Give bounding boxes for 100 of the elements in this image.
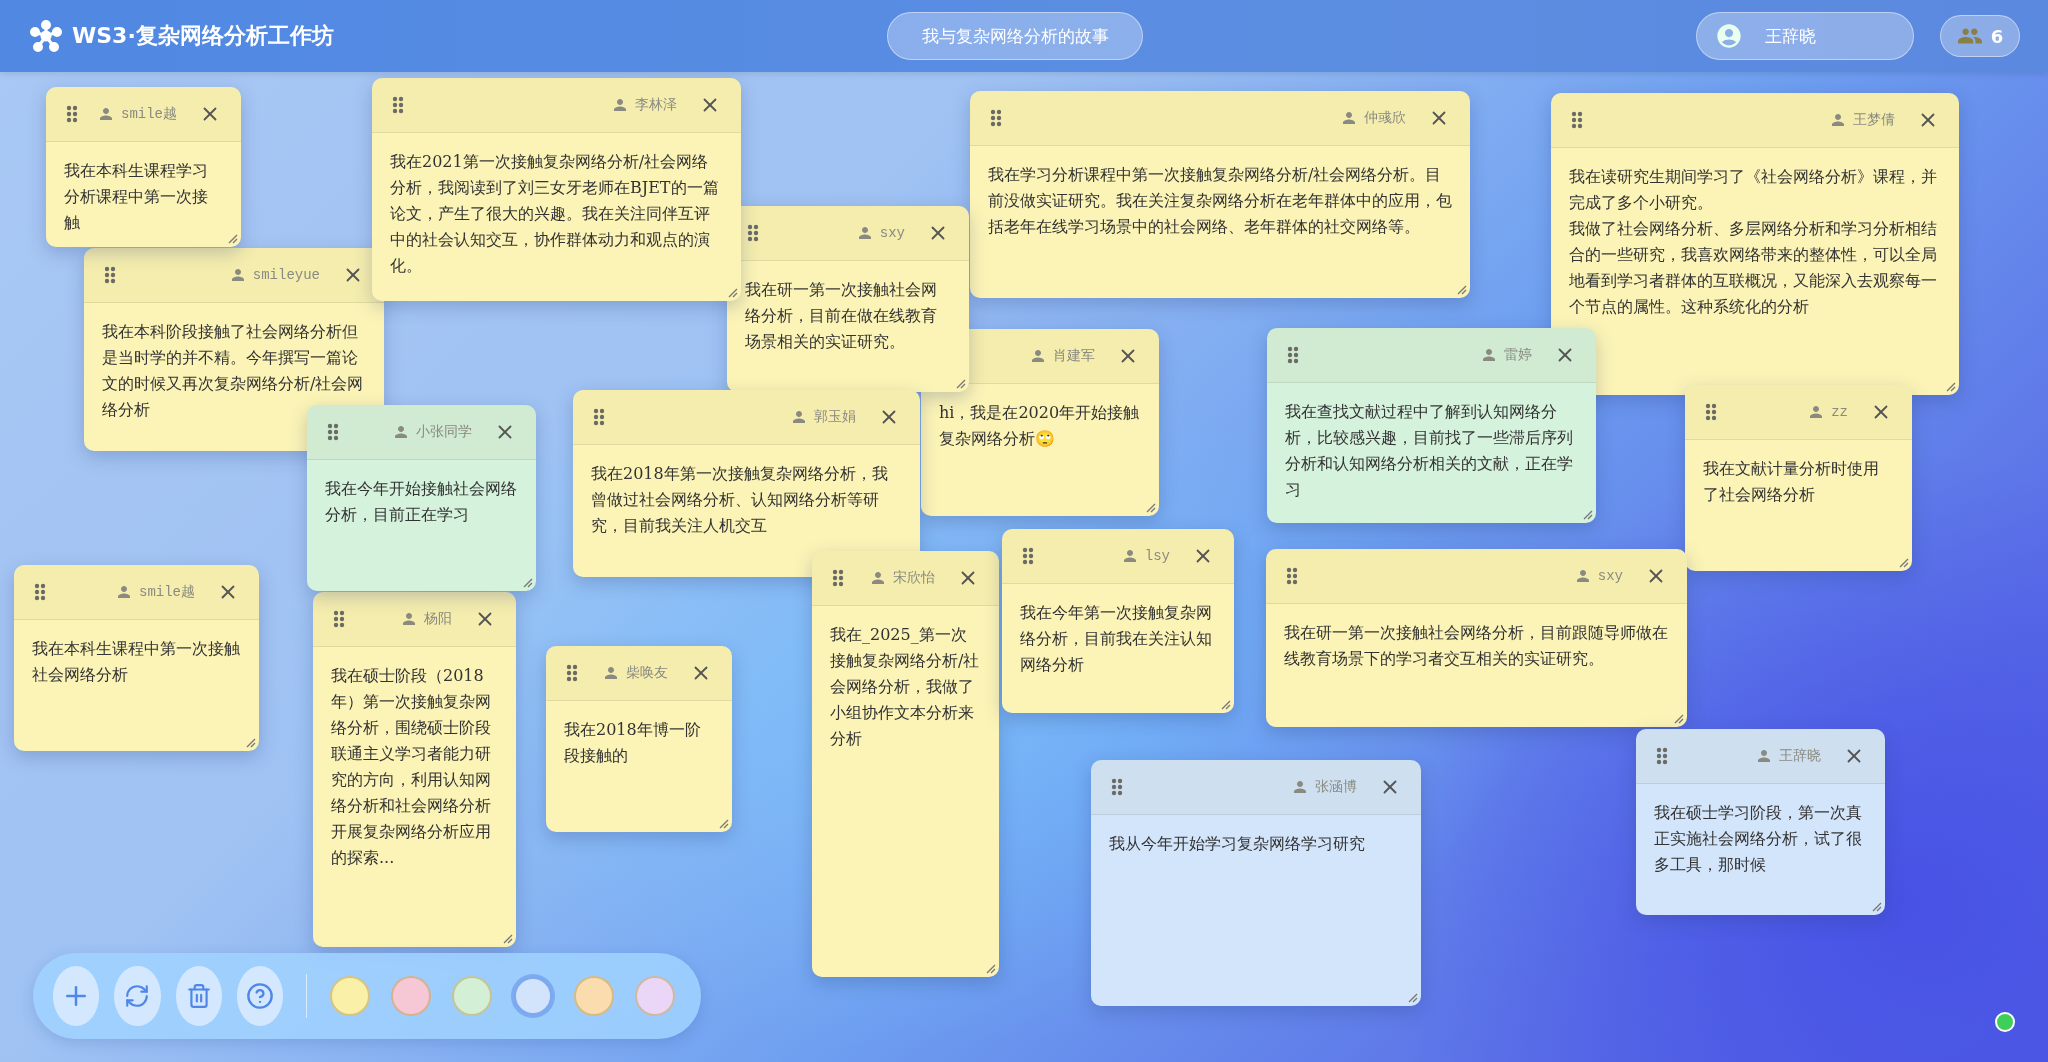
person-icon xyxy=(602,664,620,682)
sticky-note[interactable]: sxy 我在研一第一次接触社会网络分析，目前在做在线教育场景相关的实证研究。 xyxy=(727,206,969,392)
drag-handle-icon[interactable] xyxy=(1705,403,1717,421)
note-author: smile越 xyxy=(121,105,177,123)
resize-handle-icon[interactable] xyxy=(1144,501,1156,513)
person-icon xyxy=(611,96,629,114)
note-text: 我在查找文献过程中了解到认知网络分析，比较感兴趣，目前找了一些滞后序列分析和认知网络分析相关的文献，正在学习 xyxy=(1285,401,1574,501)
sticky-note[interactable]: 李林泽 我在2021第一次接触复杂网络分析/社会网络分析，我阅读到了刘三女牙老师在BJET的一篇论文，产生了很大的兴趣。我在关注同伴互评中的社会认知交互，协作群体动力和观点的演化。 xyxy=(372,78,741,301)
note-author: sxy xyxy=(1597,568,1623,584)
resize-handle-icon[interactable] xyxy=(1581,508,1593,520)
note-text: 我在文献计量分析时使用了社会网络分析 xyxy=(1703,458,1880,506)
resize-handle-icon[interactable] xyxy=(1219,698,1231,710)
note-text: 我在今年开始接触社会网络分析，目前正在学习 xyxy=(325,478,518,526)
color-swatch[interactable] xyxy=(391,976,432,1016)
sticky-note[interactable]: 仲彧欣 我在学习分析课程中第一次接触复杂网络分析/社会网络分析。目前没做实证研究。我在关注复杂网络分析在老年群体中的应用，包括老年在线学习场景中的社会网络、老年群体的社交网络等。 xyxy=(970,91,1470,298)
drag-handle-icon[interactable] xyxy=(1022,547,1034,565)
note-author: 小张同学 xyxy=(416,423,472,441)
person-icon xyxy=(869,569,887,587)
resize-handle-icon[interactable] xyxy=(1897,556,1909,568)
drag-handle-icon[interactable] xyxy=(832,569,844,587)
color-swatch[interactable] xyxy=(574,976,615,1016)
resize-handle-icon[interactable] xyxy=(521,576,533,588)
status-dot xyxy=(1995,1012,2015,1032)
sticky-note[interactable]: 柴唤友 我在2018年博一阶段接触的 xyxy=(546,646,732,832)
resize-handle-icon[interactable] xyxy=(501,932,513,944)
note-text: 我在2018年第一次接触复杂网络分析，我曾做过社会网络分析、认知网络分析等研究，目前我关注人机交互 xyxy=(591,463,889,537)
person-icon xyxy=(1829,111,1847,129)
resize-handle-icon[interactable] xyxy=(1455,283,1467,295)
resize-handle-icon[interactable] xyxy=(954,377,966,389)
sticky-note[interactable]: 杨阳 我在硕士阶段（2018年）第一次接触复杂网络分析，围绕硕士阶段联通主义学习者能力研究的方向，利用认知网络分析和社会网络分析开展复杂网络分析应用的探索... xyxy=(313,592,516,947)
person-icon xyxy=(1029,347,1047,365)
user-name: 王辞晓 xyxy=(1765,24,1816,48)
resize-handle-icon[interactable] xyxy=(1406,991,1418,1003)
resize-handle-icon[interactable] xyxy=(717,817,729,829)
network-logo-icon xyxy=(30,20,62,52)
note-text: 我在学习分析课程中第一次接触复杂网络分析/社会网络分析。目前没做实证研究。我在关注复杂网络分析在老年群体中的应用，包括老年在线学习场景中的社会网络、老年群体的社交网络等。 xyxy=(988,164,1452,238)
sticky-note[interactable]: lsy 我在今年第一次接触复杂网络分析，目前我在关注认知网络分析 xyxy=(1002,529,1234,713)
note-author: 肖建军 xyxy=(1053,347,1095,365)
drag-handle-icon[interactable] xyxy=(327,423,339,441)
person-icon xyxy=(1291,778,1309,796)
note-text: 我在_2025_第一次接触复杂网络分析/社会网络分析，我做了小组协作文本分析来分析 xyxy=(830,624,981,750)
drag-handle-icon[interactable] xyxy=(392,96,404,114)
sticky-note[interactable]: zz 我在文献计量分析时使用了社会网络分析 xyxy=(1685,385,1912,571)
person-icon xyxy=(115,583,133,601)
resize-handle-icon[interactable] xyxy=(726,286,738,298)
note-text: 我在读研究生期间学习了《社会网络分析》课程，并完成了多个小研究。 xyxy=(1569,166,1938,214)
resize-handle-icon[interactable] xyxy=(226,232,238,244)
resize-handle-icon[interactable] xyxy=(984,962,996,974)
drag-handle-icon[interactable] xyxy=(66,105,78,123)
resize-handle-icon[interactable] xyxy=(1672,712,1684,724)
note-author: 雷婷 xyxy=(1504,346,1532,364)
drag-handle-icon[interactable] xyxy=(1286,567,1298,585)
person-icon xyxy=(392,423,410,441)
drag-handle-icon[interactable] xyxy=(566,664,578,682)
resize-handle-icon[interactable] xyxy=(244,736,256,748)
note-text: 我在2018年博一阶段接触的 xyxy=(564,719,702,767)
resize-handle-icon[interactable] xyxy=(1870,900,1882,912)
drag-handle-icon[interactable] xyxy=(1571,111,1583,129)
drag-handle-icon[interactable] xyxy=(34,583,46,601)
drag-handle-icon[interactable] xyxy=(1111,778,1123,796)
drag-handle-icon[interactable] xyxy=(990,109,1002,127)
note-author: 李林泽 xyxy=(635,96,677,114)
sticky-note[interactable]: 张涵博 我从今年开始学习复杂网络学习研究 xyxy=(1091,760,1421,1006)
drag-handle-icon[interactable] xyxy=(747,224,759,242)
app-title: WS3·复杂网络分析工作坊 xyxy=(72,22,334,50)
note-text: 我在研一第一次接触社会网络分析，目前跟随导师做在线教育场景下的学习者交互相关的实证研究。 xyxy=(1284,622,1669,670)
sticky-note[interactable]: 小张同学 我在今年开始接触社会网络分析，目前正在学习 xyxy=(307,405,536,591)
sticky-note[interactable]: 雷婷 我在查找文献过程中了解到认知网络分析，比较感兴趣，目前找了一些滞后序列分析和认知网络分析相关的文献，正在学习 xyxy=(1267,328,1596,523)
note-author: 杨阳 xyxy=(424,610,452,628)
person-icon xyxy=(1755,747,1773,765)
drag-handle-icon[interactable] xyxy=(104,266,116,284)
note-author: smile越 xyxy=(139,583,195,601)
note-text: 我在2021第一次接触复杂网络分析/社会网络分析，我阅读到了刘三女牙老师在BJET的一篇论文，产生了很大的兴趣。我在关注同伴互评中的社会认知交互，协作群体动力和观点的演化。 xyxy=(390,151,720,277)
note-author: 王梦倩 xyxy=(1853,111,1895,129)
sticky-note[interactable]: 王辞晓 我在硕士学习阶段，第一次真正实施社会网络分析，试了很多工具，那时候 xyxy=(1636,729,1885,915)
sticky-note[interactable]: smile越 我在本科生课程学习分析课程中第一次接触 xyxy=(46,87,241,247)
drag-handle-icon[interactable] xyxy=(333,610,345,628)
trash-icon xyxy=(185,983,212,1009)
sticky-note[interactable]: 王梦倩 我在读研究生期间学习了《社会网络分析》课程，并完成了多个小研究。 我做了社会网络分析、多层网络分析和学习分析相结合的一些研究，我喜欢网络带来的整体性，可以全局地看到学习者群体的互联概况，又能深入去观察每一个节点的属性。这种系统化的分析 xyxy=(1551,93,1959,395)
drag-handle-icon[interactable] xyxy=(1656,747,1668,765)
color-swatch[interactable] xyxy=(513,976,554,1016)
sticky-note[interactable]: smileyue 我在本科阶段接触了社会网络分析但是当时学的并不精。今年撰写一篇论文的时候又再次复杂网络分析/社会网络分析 xyxy=(84,248,384,451)
person-icon xyxy=(1480,346,1498,364)
sticky-note[interactable]: smile越 我在本科生课程中第一次接触社会网络分析 xyxy=(14,565,259,751)
resize-handle-icon[interactable] xyxy=(1944,380,1956,392)
note-author: 郭玉娟 xyxy=(814,408,856,426)
drag-handle-icon[interactable] xyxy=(593,408,605,426)
online-count: 6 xyxy=(1990,25,2004,47)
note-text: 我在本科生课程学习分析课程中第一次接触 xyxy=(64,160,209,234)
refresh-icon xyxy=(124,983,151,1009)
sticky-note[interactable]: 宋欣怡 我在_2025_第一次接触复杂网络分析/社会网络分析，我做了小组协作文本分析来分析 xyxy=(812,551,999,977)
sticky-note[interactable]: sxy 我在研一第一次接触社会网络分析，目前跟随导师做在线教育场景下的学习者交互相关的实证研究。 xyxy=(1266,549,1687,727)
color-swatch[interactable] xyxy=(635,976,676,1016)
person-icon xyxy=(400,610,418,628)
color-swatch[interactable] xyxy=(330,976,371,1016)
color-swatch[interactable] xyxy=(452,976,493,1016)
note-text: 我在硕士学习阶段，第一次真正实施社会网络分析，试了很多工具，那时候 xyxy=(1654,802,1863,876)
sticky-note[interactable]: 肖建军 hi，我是在2020年开始接触复杂网络分析🙄 xyxy=(921,329,1159,516)
note-author: zz xyxy=(1831,404,1848,420)
drag-handle-icon[interactable] xyxy=(1287,346,1299,364)
